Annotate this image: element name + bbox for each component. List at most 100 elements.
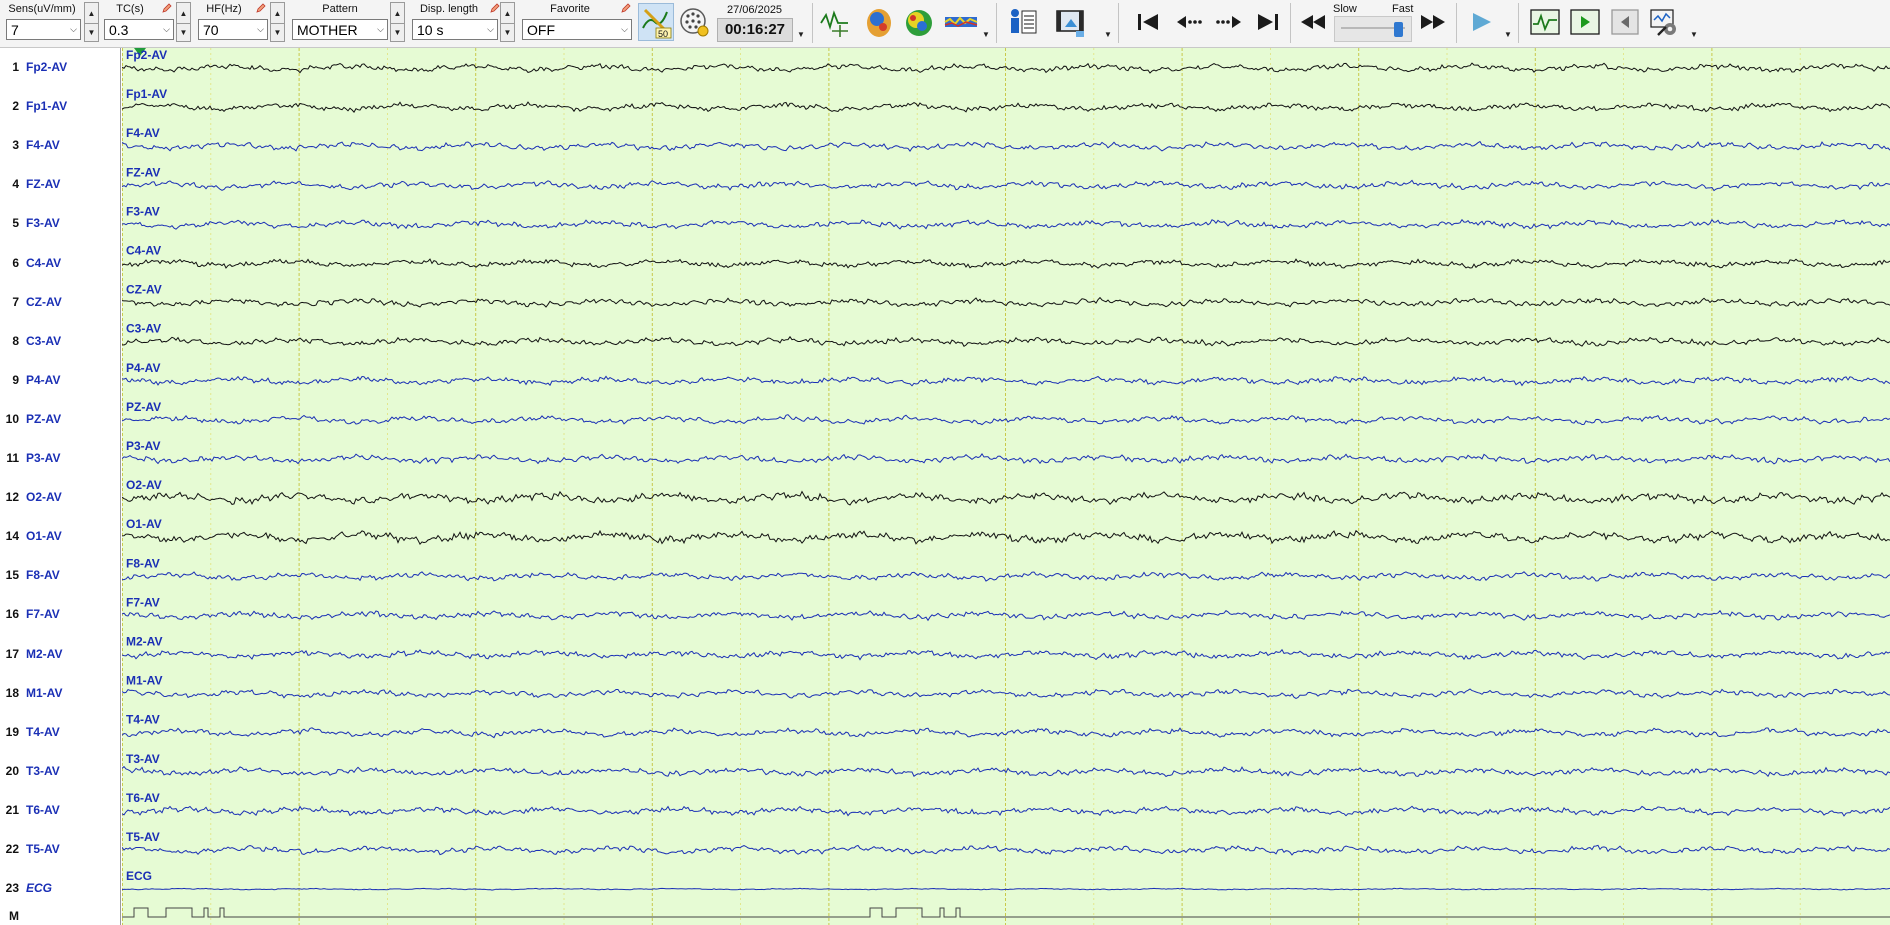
- channel-row[interactable]: 4 FZ-AV: [0, 177, 120, 193]
- topomap-icon[interactable]: [902, 5, 936, 39]
- prev-page-icon[interactable]: [1172, 5, 1206, 39]
- rewind-icon[interactable]: [1296, 5, 1330, 39]
- step-down-icon[interactable]: ▼: [391, 23, 404, 42]
- channel-row[interactable]: 10 PZ-AV: [0, 412, 120, 428]
- settings-tools-icon[interactable]: [1648, 5, 1682, 39]
- channel-row[interactable]: 12 O2-AV: [0, 490, 120, 506]
- sensitivity-stepper[interactable]: ▲ ▼: [84, 2, 99, 42]
- channel-row[interactable]: 22 T5-AV: [0, 842, 120, 858]
- next-page-icon[interactable]: [1212, 5, 1246, 39]
- channel-number: 18: [5, 685, 19, 700]
- channel-row[interactable]: 5 F3-AV: [0, 216, 120, 232]
- chevron-down-icon[interactable]: ▼: [1504, 30, 1512, 39]
- trace-label: F4-AV: [126, 126, 160, 140]
- time-constant-label: TC(s): [116, 3, 144, 15]
- step-up-icon[interactable]: ▲: [391, 4, 404, 24]
- channel-row[interactable]: 23 ECG: [0, 881, 120, 897]
- channel-number: 21: [5, 802, 19, 817]
- chevron-down-icon: ⌵: [163, 24, 170, 34]
- trace-label: P4-AV: [126, 361, 160, 375]
- channel-row[interactable]: 21 T6-AV: [0, 803, 120, 819]
- step-up-icon[interactable]: ▲: [85, 4, 98, 24]
- toolbar-separator: [1118, 3, 1119, 43]
- chevron-down-icon[interactable]: ▼: [1104, 30, 1112, 39]
- step-down-icon[interactable]: ▼: [501, 23, 514, 42]
- channel-number: M: [9, 909, 19, 923]
- channel-row[interactable]: 11 P3-AV: [0, 451, 120, 467]
- trace-label: F8-AV: [126, 556, 160, 570]
- display-length-value: 10 s: [417, 22, 444, 38]
- display-length-select[interactable]: 10 s ⌵: [412, 19, 498, 40]
- favorite-select[interactable]: OFF ⌵: [522, 19, 632, 40]
- channel-row[interactable]: 15 F8-AV: [0, 568, 120, 584]
- channel-number: 2: [12, 99, 19, 114]
- channel-name: F7-AV: [26, 607, 60, 622]
- edit-pencil-icon[interactable]: [256, 3, 266, 13]
- time-constant-select[interactable]: 0.3 ⌵: [104, 19, 174, 40]
- playback-speed-slider[interactable]: [1334, 16, 1412, 42]
- channel-row[interactable]: 6 C4-AV: [0, 256, 120, 272]
- notch-filter-button[interactable]: 50: [638, 3, 674, 41]
- channel-row[interactable]: 8 C3-AV: [0, 334, 120, 350]
- back-view-icon[interactable]: [1608, 5, 1642, 39]
- channel-number: 19: [5, 724, 19, 739]
- patient-info-icon[interactable]: [1006, 5, 1040, 39]
- electrode-settings-icon[interactable]: [678, 5, 712, 39]
- pattern-stepper[interactable]: ▲ ▼: [390, 2, 405, 42]
- channel-number: 20: [5, 763, 19, 778]
- chevron-down-icon[interactable]: ▼: [797, 30, 805, 39]
- channel-name: T4-AV: [26, 724, 60, 739]
- toolbar: Sens(uV/mm) 7 ⌵ ▲ ▼ TC(s) 0.3 ⌵ ▲ ▼ HF(H…: [0, 0, 1890, 48]
- slider-thumb[interactable]: [1394, 22, 1403, 37]
- step-down-icon[interactable]: ▼: [177, 23, 190, 42]
- channel-row[interactable]: 16 F7-AV: [0, 607, 120, 623]
- last-page-icon[interactable]: [1250, 5, 1284, 39]
- signal-view-icon[interactable]: [1528, 5, 1562, 39]
- high-filter-select[interactable]: 70 ⌵: [198, 19, 268, 40]
- montage-icon[interactable]: [818, 5, 852, 39]
- channel-row[interactable]: 17 M2-AV: [0, 647, 120, 663]
- video-icon[interactable]: [1054, 5, 1088, 39]
- pattern-select[interactable]: MOTHER ⌵: [292, 19, 388, 40]
- fast-forward-icon[interactable]: [1416, 5, 1450, 39]
- first-page-icon[interactable]: [1132, 5, 1166, 39]
- eeg-plot-area[interactable]: Fp2-AV Fp1-AV F4-AV FZ-AV F3-AV C4-AV CZ-AV C3-…: [122, 48, 1890, 925]
- step-down-icon[interactable]: ▼: [271, 23, 284, 42]
- pattern-control: Pattern MOTHER ⌵ ▲ ▼: [290, 0, 408, 46]
- channel-row[interactable]: 9 P4-AV: [0, 373, 120, 389]
- chevron-down-icon[interactable]: ▼: [1690, 30, 1698, 39]
- step-up-icon[interactable]: ▲: [271, 4, 284, 24]
- channel-row[interactable]: 3 F4-AV: [0, 138, 120, 154]
- sensitivity-select[interactable]: 7 ⌵: [6, 19, 81, 40]
- spectrum-icon[interactable]: [942, 5, 980, 39]
- trace-label: CZ-AV: [126, 283, 162, 297]
- time-constant-stepper[interactable]: ▲ ▼: [176, 2, 191, 42]
- edit-pencil-icon[interactable]: [162, 3, 172, 13]
- step-up-icon[interactable]: ▲: [177, 4, 190, 24]
- channel-row[interactable]: 19 T4-AV: [0, 725, 120, 741]
- chevron-down-icon: ⌵: [70, 24, 77, 34]
- channel-row[interactable]: 20 T3-AV: [0, 764, 120, 780]
- chevron-down-icon[interactable]: ▼: [982, 30, 990, 39]
- edit-pencil-icon[interactable]: [621, 3, 631, 13]
- channel-name: M2-AV: [26, 646, 63, 661]
- high-filter-label: HF(Hz): [206, 3, 242, 15]
- trace-label: P3-AV: [126, 439, 160, 453]
- high-filter-control: HF(Hz) 70 ⌵ ▲ ▼: [196, 0, 288, 46]
- high-filter-stepper[interactable]: ▲ ▼: [270, 2, 285, 42]
- channel-number: 14: [5, 529, 19, 544]
- head-map-icon[interactable]: [862, 5, 896, 39]
- channel-row[interactable]: 18 M1-AV: [0, 686, 120, 702]
- channel-row[interactable]: M: [0, 909, 120, 925]
- display-length-stepper[interactable]: ▲ ▼: [500, 2, 515, 42]
- step-up-icon[interactable]: ▲: [501, 4, 514, 24]
- channel-row[interactable]: 14 O1-AV: [0, 529, 120, 545]
- channel-row[interactable]: 2 Fp1-AV: [0, 99, 120, 115]
- step-down-icon[interactable]: ▼: [85, 23, 98, 42]
- channel-row[interactable]: 1 Fp2-AV: [0, 60, 120, 76]
- play-view-icon[interactable]: [1568, 5, 1602, 39]
- trace-label: PZ-AV: [126, 400, 161, 414]
- edit-pencil-icon[interactable]: [490, 3, 500, 13]
- play-icon[interactable]: [1464, 5, 1498, 39]
- channel-row[interactable]: 7 CZ-AV: [0, 295, 120, 311]
